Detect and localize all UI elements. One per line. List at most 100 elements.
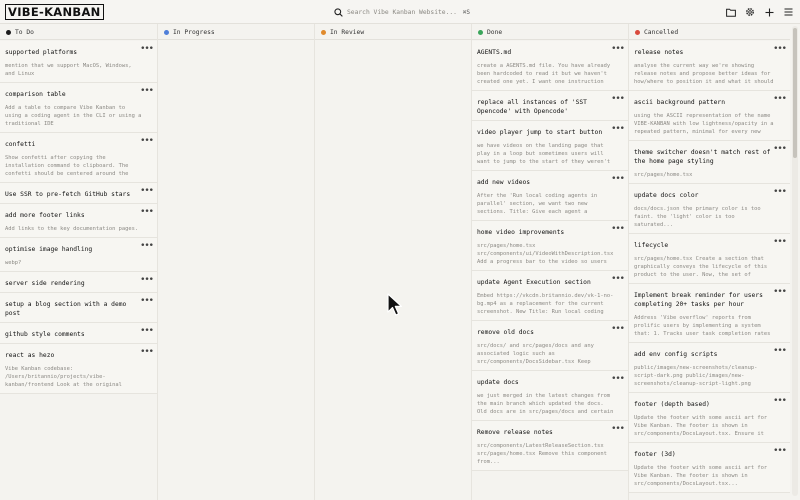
column-header-in-review[interactable]: In Review	[315, 24, 472, 40]
card-more-icon[interactable]: •••	[140, 45, 154, 54]
task-card[interactable]: footer (3d) Update the footer with some a…	[629, 443, 790, 493]
task-card-title: add more footer links	[5, 212, 85, 219]
card-more-icon[interactable]: •••	[611, 425, 625, 434]
search-placeholder[interactable]: Search Vibe Kanban Website...	[347, 9, 457, 16]
card-more-icon[interactable]: •••	[611, 225, 625, 234]
card-more-icon[interactable]: •••	[773, 397, 787, 406]
task-card-description: docs/docs.json the primary color is too …	[634, 206, 761, 228]
task-card-title: theme switcher doesn't match rest of the…	[634, 149, 771, 165]
card-more-icon[interactable]: •••	[773, 45, 787, 54]
menu-icon[interactable]	[782, 4, 794, 20]
mouse-cursor-icon	[387, 293, 403, 321]
task-card[interactable]: confetti Show confetti after copying the …	[0, 133, 157, 183]
task-card[interactable]: AGENTS.md create a AGENTS.md file. You ha…	[472, 41, 628, 91]
task-card[interactable]: add env config scripts public/images/new-…	[629, 343, 790, 393]
card-more-icon[interactable]: •••	[140, 327, 154, 336]
task-card[interactable]: update docs color docs/docs.json the prim…	[629, 184, 790, 234]
card-more-icon[interactable]: •••	[611, 175, 625, 184]
card-more-icon[interactable]: •••	[140, 208, 154, 217]
task-card[interactable]: optimise image handling webp? •••	[0, 238, 157, 272]
task-card-description: analyse the current way we're showing re…	[634, 63, 774, 85]
search-icon	[334, 7, 343, 17]
column-header-done[interactable]: Done	[472, 24, 629, 40]
task-card[interactable]: update docs we just merged in the latest …	[472, 371, 628, 421]
task-card-title: ascii background pattern	[634, 99, 725, 106]
column-status-dot	[635, 29, 640, 35]
task-card-description: Add a table to compare Vibe Kanban to us…	[5, 105, 142, 127]
task-card-description: After the 'Run local coding agents in pa…	[477, 193, 598, 215]
card-more-icon[interactable]: •••	[611, 45, 625, 54]
column-header-in-progress[interactable]: In Progress	[158, 24, 315, 40]
card-more-icon[interactable]: •••	[773, 145, 787, 154]
search-bar[interactable]: Search Vibe Kanban Website... ⌘S	[334, 4, 470, 20]
task-card-description: src/docs/ and src/pages/docs and any ass…	[477, 343, 594, 365]
scrollbar-thumb[interactable]	[793, 28, 797, 158]
task-card-title: comparison table	[5, 91, 66, 98]
task-card[interactable]: github style comments •••	[0, 323, 157, 344]
task-card-title: server side rendering	[5, 280, 85, 287]
card-more-icon[interactable]: •••	[140, 242, 154, 251]
plus-icon[interactable]	[763, 4, 775, 20]
card-more-icon[interactable]: •••	[140, 87, 154, 96]
task-card-description: src/components/LatestReleaseSection.tsx …	[477, 443, 607, 465]
card-more-icon[interactable]: •••	[140, 276, 154, 285]
task-card[interactable]: setup a blog section with a demo post •••	[0, 293, 157, 323]
task-card-description: Update the footer with some ascii art fo…	[634, 415, 768, 437]
board-column-headers: To Do In Progress In Review Done Cancell…	[0, 24, 790, 40]
column-title: In Review	[330, 28, 365, 36]
card-more-icon[interactable]: •••	[611, 275, 625, 284]
task-card-description: mention that we support MacOS, Windows, …	[5, 63, 132, 77]
task-card[interactable]: lifecycle src/pages/home.tsx Create a sec…	[629, 234, 790, 284]
card-more-icon[interactable]: •••	[773, 288, 787, 297]
task-card[interactable]: remove old docs src/docs/ and src/pages/d…	[472, 321, 628, 371]
task-card[interactable]: Remove release notes src/components/Lates…	[472, 421, 628, 471]
task-card-title: Implement break reminder for users compl…	[634, 292, 763, 308]
task-card[interactable]: add more footer links Add links to the ke…	[0, 204, 157, 238]
column-body-cancelled: release notes analyse the current way we'…	[629, 41, 790, 493]
task-card[interactable]: release notes analyse the current way we'…	[629, 41, 790, 91]
card-more-icon[interactable]: •••	[140, 297, 154, 306]
task-card[interactable]: add new videos After the 'Run local codin…	[472, 171, 628, 221]
card-more-icon[interactable]: •••	[611, 375, 625, 384]
card-more-icon[interactable]: •••	[140, 348, 154, 357]
task-card-title: setup a blog section with a demo post	[5, 301, 127, 317]
card-more-icon[interactable]: •••	[773, 238, 787, 247]
task-card-description: src/pages/home.tsx Create a section that…	[634, 256, 768, 278]
card-more-icon[interactable]: •••	[140, 137, 154, 146]
card-more-icon[interactable]: •••	[773, 447, 787, 456]
column-header-cancelled[interactable]: Cancelled	[629, 24, 790, 40]
task-card-title: add env config scripts	[634, 351, 718, 358]
card-more-icon[interactable]: •••	[611, 325, 625, 334]
task-card-title: update Agent Execution section	[477, 279, 591, 286]
task-card-description: Embed https://vkcdn.britannio.dev/vk-1-n…	[477, 293, 614, 315]
task-card[interactable]: video player jump to start button we have…	[472, 121, 628, 171]
task-card[interactable]: comparison table Add a table to compare V…	[0, 83, 157, 133]
column-header-todo[interactable]: To Do	[0, 24, 157, 40]
card-more-icon[interactable]: •••	[140, 187, 154, 196]
task-card[interactable]: Use SSR to pre-fetch GitHub stars •••	[0, 183, 157, 204]
folder-icon[interactable]	[725, 4, 737, 20]
card-more-icon[interactable]: •••	[773, 95, 787, 104]
task-card[interactable]: ascii background pattern using the ASCII …	[629, 91, 790, 141]
task-card-description: public/images/new-screenshots/cleanup-sc…	[634, 365, 758, 387]
card-more-icon[interactable]: •••	[773, 347, 787, 356]
task-card-description: src/pages/home.tsx src/components/ui/Vid…	[477, 243, 614, 265]
task-card[interactable]: react as hezo Vibe Kanban codebase: /User…	[0, 344, 157, 394]
task-card[interactable]: Implement break reminder for users compl…	[629, 284, 790, 343]
board-scrollbar[interactable]	[792, 26, 798, 496]
app-logo[interactable]: VIBE-KANBAN	[5, 4, 104, 20]
task-card[interactable]: footer (depth based) Update the footer wi…	[629, 393, 790, 443]
task-card[interactable]: home video improvements src/pages/home.ts…	[472, 221, 628, 271]
task-card-description: src/pages/home.tsx	[634, 172, 693, 178]
task-card[interactable]: server side rendering •••	[0, 272, 157, 293]
task-card-title: supported platforms	[5, 49, 78, 56]
task-card[interactable]: theme switcher doesn't match rest of the…	[629, 141, 790, 184]
card-more-icon[interactable]: •••	[611, 125, 625, 134]
card-more-icon[interactable]: •••	[611, 95, 625, 104]
task-card-description: Add links to the key documentation pages…	[5, 226, 139, 232]
task-card[interactable]: supported platforms mention that we suppo…	[0, 41, 157, 83]
task-card[interactable]: update Agent Execution section Embed http…	[472, 271, 628, 321]
settings-icon[interactable]	[744, 4, 756, 20]
task-card[interactable]: replace all instances of 'SST Opencode' …	[472, 91, 628, 121]
card-more-icon[interactable]: •••	[773, 188, 787, 197]
